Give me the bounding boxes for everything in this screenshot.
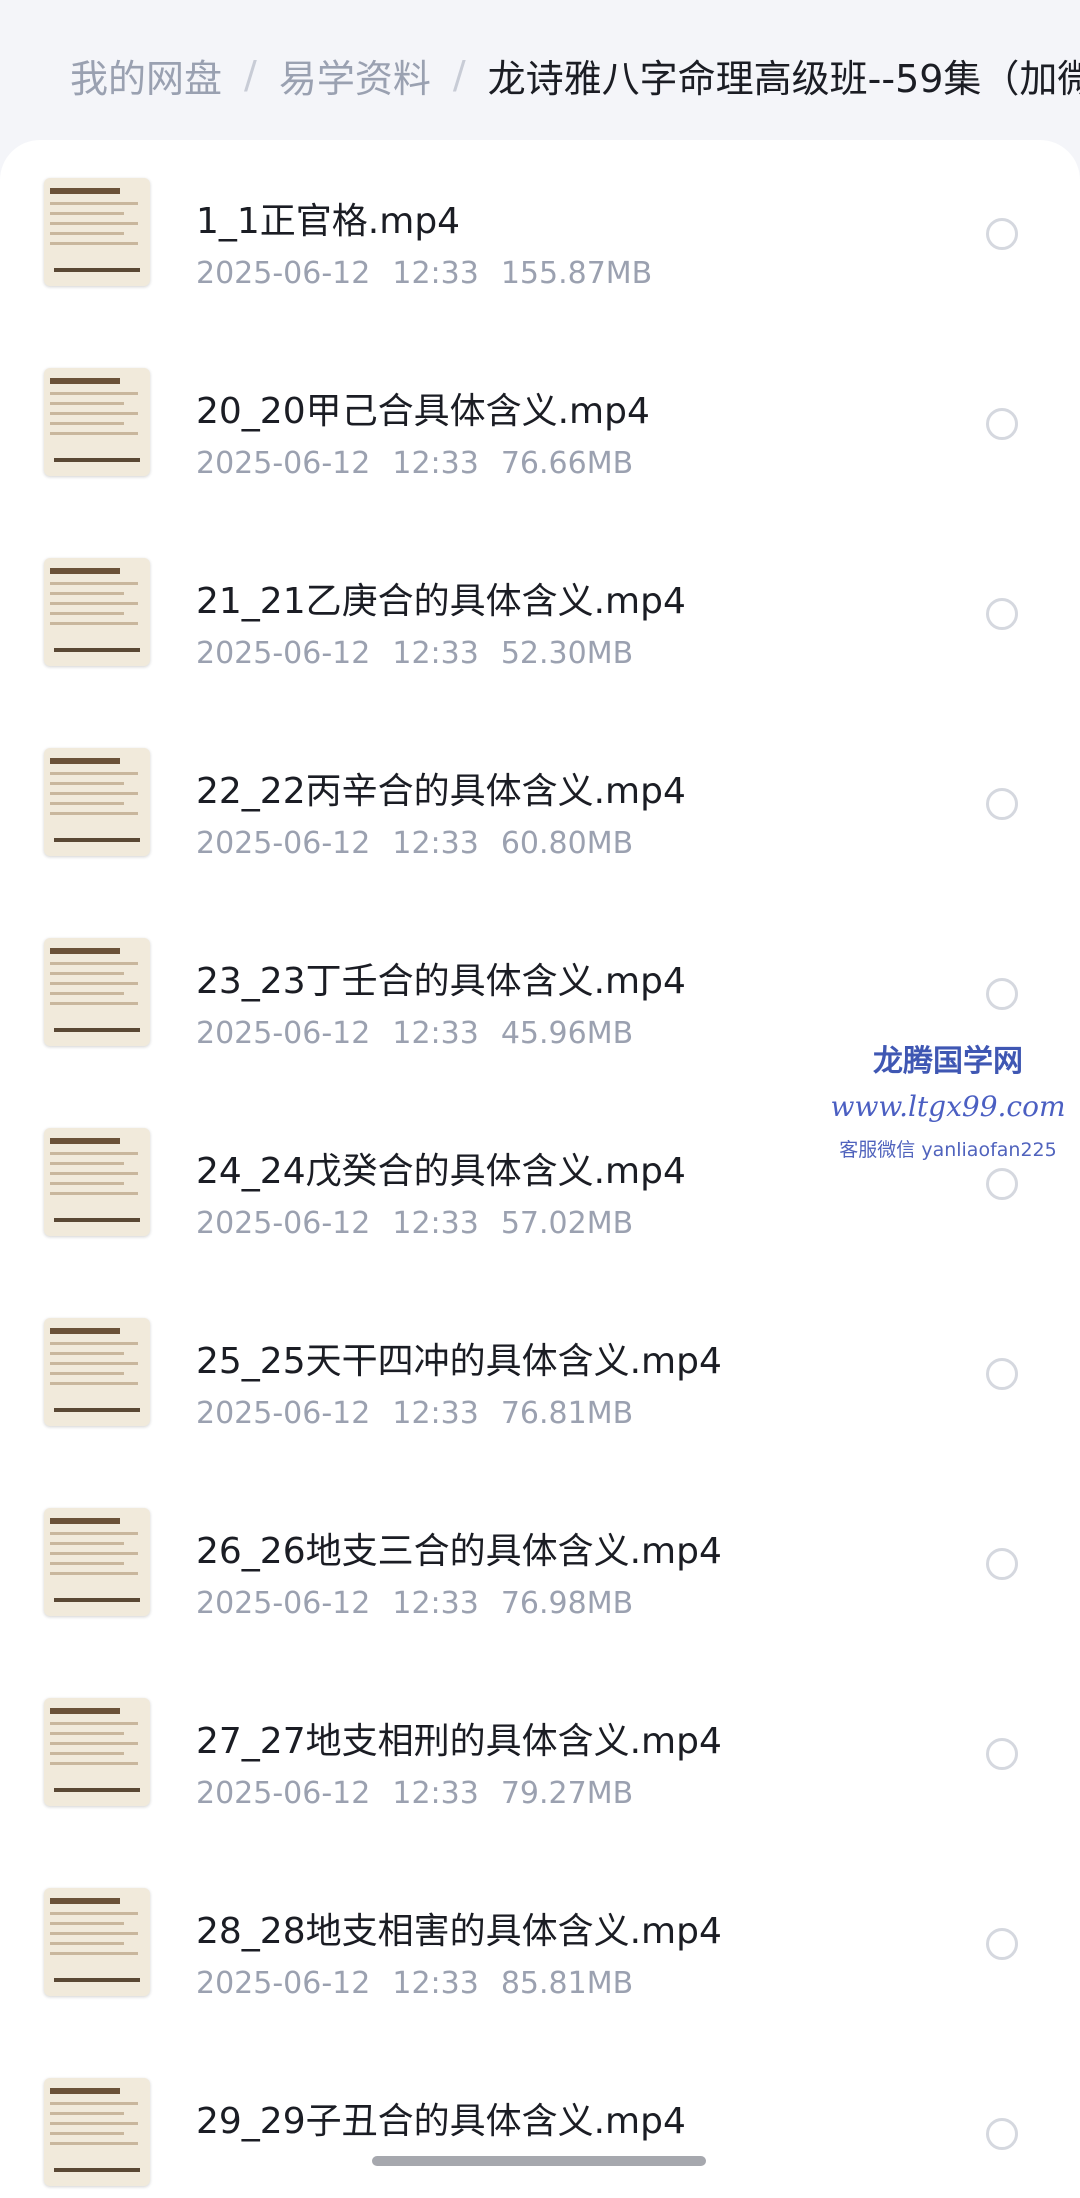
file-date: 2025-06-12 <box>196 636 371 671</box>
breadcrumb-separator: / <box>452 53 466 97</box>
file-meta <box>196 2156 262 2191</box>
select-checkbox[interactable] <box>986 1548 1018 1580</box>
file-list-item[interactable]: 26_26地支三合的具体含义.mp4 2025-06-12 12:33 76.98MB <box>0 1470 1080 1660</box>
select-checkbox[interactable] <box>986 1738 1018 1770</box>
file-time: 12:33 <box>392 256 479 291</box>
file-meta: 2025-06-12 12:33 76.81MB <box>196 1396 655 1431</box>
watermark: 龙腾国学网 www.ltgx99.com 客服微信 yanliaofan225 <box>828 1036 1068 1162</box>
video-thumbnail-icon <box>44 2078 150 2186</box>
file-name: 24_24戊癸合的具体含义.mp4 <box>196 1151 686 1192</box>
file-date: 2025-06-12 <box>196 1776 371 1811</box>
file-meta: 2025-06-12 12:33 76.98MB <box>196 1586 655 1621</box>
video-thumbnail-icon <box>44 1698 150 1806</box>
file-date: 2025-06-12 <box>196 446 371 481</box>
select-checkbox[interactable] <box>986 1168 1018 1200</box>
file-list-item[interactable]: 20_20甲己合具体含义.mp4 2025-06-12 12:33 76.66MB <box>0 330 1080 520</box>
video-thumbnail-icon <box>44 938 150 1046</box>
select-checkbox[interactable] <box>986 978 1018 1010</box>
breadcrumb-yixue-folder[interactable]: 易学资料 <box>279 48 431 103</box>
file-size: 79.27MB <box>500 1776 634 1811</box>
file-time: 12:33 <box>392 446 479 481</box>
breadcrumb-separator: / <box>244 53 257 97</box>
home-indicator[interactable] <box>372 2156 706 2166</box>
file-meta: 2025-06-12 12:33 155.87MB <box>196 256 674 291</box>
select-checkbox[interactable] <box>986 598 1018 630</box>
file-size: 52.30MB <box>500 636 634 671</box>
file-size: 45.96MB <box>500 1016 634 1051</box>
file-meta: 2025-06-12 12:33 85.81MB <box>196 1966 655 2001</box>
video-thumbnail-icon <box>44 1888 150 1996</box>
video-thumbnail-icon <box>44 178 150 286</box>
video-thumbnail-icon <box>44 1128 150 1236</box>
file-time: 12:33 <box>392 1016 479 1051</box>
file-name: 1_1正官格.mp4 <box>196 201 461 242</box>
file-meta: 2025-06-12 12:33 57.02MB <box>196 1206 655 1241</box>
file-time: 12:33 <box>392 636 479 671</box>
watermark-url: www.ltgx99.com <box>830 1090 1066 1123</box>
select-checkbox[interactable] <box>986 408 1018 440</box>
file-size: 60.80MB <box>500 826 634 861</box>
file-time: 12:33 <box>392 826 479 861</box>
file-date: 2025-06-12 <box>196 256 371 291</box>
watermark-title: 龙腾国学网 <box>873 1044 1023 1079</box>
file-date: 2025-06-12 <box>196 1396 371 1431</box>
file-date: 2025-06-12 <box>196 826 371 861</box>
file-meta: 2025-06-12 12:33 45.96MB <box>196 1016 655 1051</box>
file-time: 12:33 <box>392 1776 479 1811</box>
file-list-item[interactable]: 27_27地支相刑的具体含义.mp4 2025-06-12 12:33 79.27MB <box>0 1660 1080 1850</box>
select-checkbox[interactable] <box>986 1358 1018 1390</box>
select-checkbox[interactable] <box>986 788 1018 820</box>
file-size: 76.98MB <box>500 1586 634 1621</box>
file-date: 2025-06-12 <box>196 1206 371 1241</box>
file-size: 76.66MB <box>500 446 634 481</box>
video-thumbnail-icon <box>44 1318 150 1426</box>
file-size: 76.81MB <box>500 1396 634 1431</box>
file-meta: 2025-06-12 12:33 60.80MB <box>196 826 655 861</box>
file-list: 1_1正官格.mp4 2025-06-12 12:33 155.87MB 20_20甲己… <box>0 140 1080 2198</box>
video-thumbnail-icon <box>44 748 150 856</box>
file-name: 27_27地支相刑的具体含义.mp4 <box>196 1721 722 1762</box>
select-checkbox[interactable] <box>986 218 1018 250</box>
file-name: 20_20甲己合具体含义.mp4 <box>196 391 650 432</box>
file-name: 26_26地支三合的具体含义.mp4 <box>196 1531 722 1572</box>
breadcrumb-current-folder: 龙诗雅八字命理高级班--59集（加微 <box>487 56 1080 101</box>
watermark-contact: 客服微信 yanliaofan225 <box>839 1139 1057 1161</box>
file-meta: 2025-06-12 12:33 76.66MB <box>196 446 655 481</box>
file-time: 12:33 <box>392 1396 479 1431</box>
file-size: 155.87MB <box>500 256 653 291</box>
breadcrumb: 我的网盘 / 易学资料 / 龙诗雅八字命理高级班--59集（加微 <box>0 0 1080 150</box>
video-thumbnail-icon <box>44 558 150 666</box>
file-time: 12:33 <box>392 1206 479 1241</box>
file-name: 23_23丁壬合的具体含义.mp4 <box>196 961 686 1002</box>
file-time: 12:33 <box>392 1586 479 1621</box>
breadcrumb-my-drive[interactable]: 我的网盘 <box>70 48 222 103</box>
file-meta: 2025-06-12 12:33 79.27MB <box>196 1776 655 1811</box>
file-list-item[interactable]: 1_1正官格.mp4 2025-06-12 12:33 155.87MB <box>0 140 1080 330</box>
file-name: 29_29子丑合的具体含义.mp4 <box>196 2101 686 2142</box>
file-size: 57.02MB <box>500 1206 634 1241</box>
file-name: 21_21乙庚合的具体含义.mp4 <box>196 581 686 622</box>
file-list-item[interactable]: 22_22丙辛合的具体含义.mp4 2025-06-12 12:33 60.80MB <box>0 710 1080 900</box>
file-list-item[interactable]: 28_28地支相害的具体含义.mp4 2025-06-12 12:33 85.81MB <box>0 1850 1080 2040</box>
file-date: 2025-06-12 <box>196 1966 371 2001</box>
file-list-item[interactable]: 21_21乙庚合的具体含义.mp4 2025-06-12 12:33 52.30MB <box>0 520 1080 710</box>
video-thumbnail-icon <box>44 1508 150 1616</box>
file-name: 25_25天干四冲的具体含义.mp4 <box>196 1341 722 1382</box>
file-list-item[interactable]: 25_25天干四冲的具体含义.mp4 2025-06-12 12:33 76.81MB <box>0 1280 1080 1470</box>
file-name: 22_22丙辛合的具体含义.mp4 <box>196 771 686 812</box>
file-date: 2025-06-12 <box>196 1586 371 1621</box>
select-checkbox[interactable] <box>986 2118 1018 2150</box>
select-checkbox[interactable] <box>986 1928 1018 1960</box>
video-thumbnail-icon <box>44 368 150 476</box>
file-list-item[interactable]: 29_29子丑合的具体含义.mp4 <box>0 2040 1080 2198</box>
file-size: 85.81MB <box>500 1966 634 2001</box>
file-name: 28_28地支相害的具体含义.mp4 <box>196 1911 722 1952</box>
file-meta: 2025-06-12 12:33 52.30MB <box>196 636 655 671</box>
file-date: 2025-06-12 <box>196 1016 371 1051</box>
file-time: 12:33 <box>392 1966 479 2001</box>
